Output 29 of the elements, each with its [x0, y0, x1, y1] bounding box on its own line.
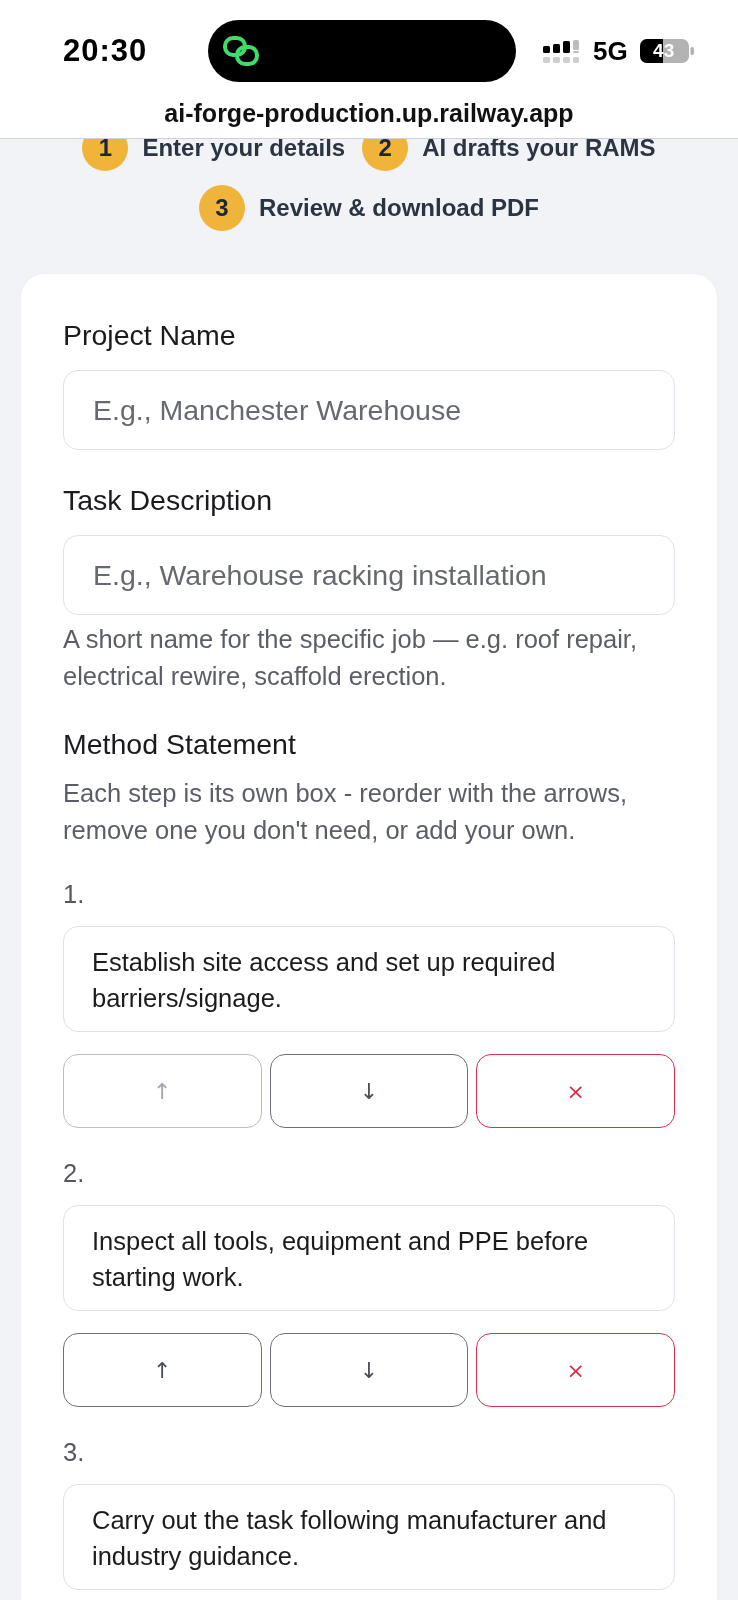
step-number: 1 [82, 139, 129, 171]
remove-button[interactable]: × [476, 1054, 675, 1128]
field-label: Project Name [63, 318, 236, 352]
signal-icon [543, 39, 581, 63]
text-field[interactable]: E.g., Warehouse racking installation [63, 535, 675, 615]
step-index: 2. [63, 1158, 85, 1189]
move-down-button[interactable]: ↓ [269, 1054, 469, 1128]
clock-time: 20:30 [63, 33, 148, 69]
network-type: 5G [593, 35, 628, 67]
step-label: Enter your details [142, 139, 346, 162]
url-text: ai-forge-production.up.railway.app [164, 98, 574, 128]
step-number: 3 [199, 185, 245, 231]
field-label: Task Description [63, 483, 273, 517]
step-label: Review & download PDF [259, 194, 539, 222]
step-text-field[interactable]: Inspect all tools, equipment and PPE before starting work. [63, 1205, 675, 1311]
move-up-button[interactable]: ↑ [63, 1333, 262, 1407]
remove-button[interactable]: × [476, 1333, 675, 1407]
step-index: 3. [63, 1437, 85, 1468]
step-text-field[interactable]: Establish site access and set up required barriers/signage. [63, 926, 675, 1032]
text-field[interactable]: E.g., Manchester Warehouse [63, 370, 675, 450]
step-number: 2 [362, 139, 409, 171]
step-index: 1. [63, 879, 85, 910]
field-hint: A short name for the specific job — e.g. roof repair, electrical rewire, scaffold erection. [63, 624, 639, 692]
step-label: AI drafts your RAMS [422, 139, 656, 162]
link-icon [222, 35, 262, 67]
section-description: Each step is its own box - reorder with the arrows, remove one you don't need, or add your own. [63, 778, 629, 846]
move-down-button[interactable]: ↓ [269, 1333, 469, 1407]
step-text-field[interactable]: Carry out the task following manufacturer and industry guidance. [63, 1484, 675, 1590]
section-title: Method Statement [63, 727, 296, 761]
